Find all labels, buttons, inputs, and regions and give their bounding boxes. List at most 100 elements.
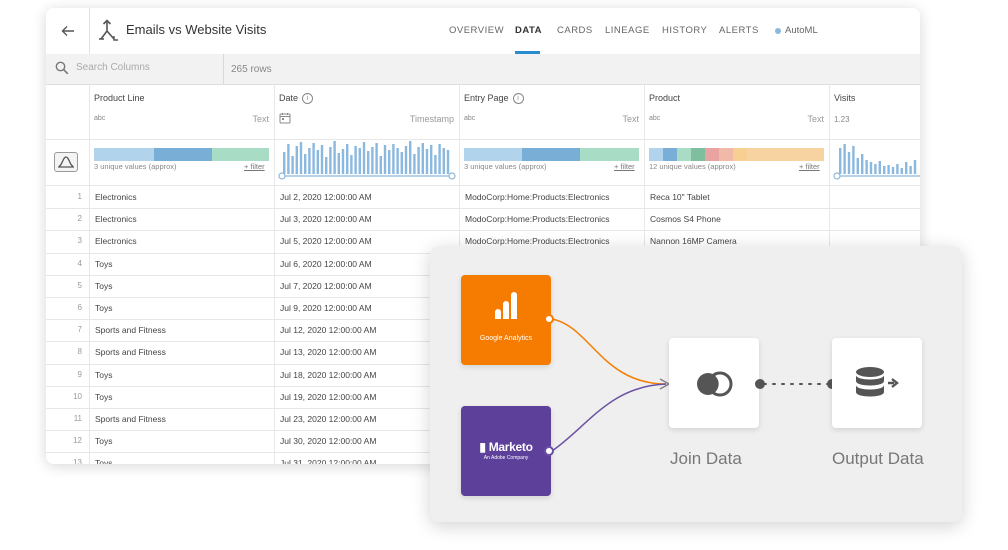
histogram-bar [425, 149, 429, 174]
histogram-bar [883, 166, 886, 174]
row-count: 265 rows [231, 64, 272, 75]
row-number: 6 [77, 303, 82, 312]
histogram-bar [843, 144, 846, 174]
histogram-bar [299, 142, 303, 174]
cell-date: Jul 19, 2020 12:00:00 AM [280, 391, 377, 402]
cell-date: Jul 31, 2020 12:00:00 AM [280, 458, 377, 464]
row-number: 9 [77, 369, 82, 379]
histogram-bar [392, 144, 395, 174]
cell-product-line: Toys [95, 458, 113, 464]
category-segment [580, 148, 639, 161]
category-segment [691, 148, 705, 161]
histogram-bar [421, 143, 424, 174]
visits-histogram[interactable] [833, 140, 920, 182]
column-header-date[interactable]: Date i [279, 93, 314, 105]
row-number: 8 [77, 347, 82, 357]
histogram-bar [900, 168, 903, 174]
range-handle-right[interactable] [448, 172, 456, 180]
date-histogram[interactable] [278, 140, 456, 182]
cell-product: Nannon 16MP Camera [650, 236, 737, 247]
cell-product: Cosmos S4 Phone [650, 214, 721, 225]
histogram-bar [856, 158, 859, 174]
info-icon[interactable]: i [512, 93, 524, 105]
profile-toggle-button[interactable] [54, 152, 78, 172]
histogram-bar [371, 147, 374, 174]
histogram-bar [350, 155, 353, 174]
histogram-bar [304, 154, 307, 174]
histogram-bar [869, 162, 873, 174]
column-type: Timestamp [409, 114, 454, 124]
add-filter-link[interactable]: + filter [799, 162, 820, 171]
row-number: 7 [77, 325, 82, 335]
range-handle-left[interactable] [278, 172, 286, 180]
column-header-product[interactable]: Product [649, 93, 680, 103]
cell-product-line: Toys [95, 303, 113, 313]
join-data-node[interactable] [669, 338, 759, 428]
info-icon[interactable]: i [302, 93, 314, 105]
marketo-node[interactable]: ▮ Marketo An Adobe Company [461, 406, 551, 496]
histogram-bar [346, 144, 349, 174]
cell-entry-page: ModoCorp:Home:Products:Electronics [465, 236, 610, 247]
histogram-bar [325, 157, 328, 174]
histogram-bar [358, 148, 361, 174]
histogram-bar [887, 165, 890, 174]
column-header-visits[interactable]: Visits [834, 93, 855, 103]
search-bar: 265 rows [46, 54, 920, 85]
cell-product-line: Toys [95, 369, 113, 380]
histogram-bar [446, 150, 450, 174]
histogram-bar [404, 146, 408, 174]
text-type-icon: abc [649, 115, 661, 122]
tab-overview[interactable]: OVERVIEW [449, 25, 504, 36]
category-distribution-bar[interactable] [649, 148, 824, 161]
histogram-bar [891, 167, 895, 174]
column-header-label: Date [279, 93, 299, 103]
distribution-icon [58, 156, 74, 168]
histogram-bar [312, 143, 315, 174]
category-segment [154, 148, 212, 161]
tab-lineage[interactable]: LINEAGE [605, 25, 650, 36]
column-header-entry-page[interactable]: Entry Page i [464, 93, 524, 105]
histogram-bar [320, 145, 324, 174]
histogram-bar [375, 143, 378, 174]
cell-product-line: Sports and Fitness [95, 325, 166, 336]
category-distribution-bar[interactable] [94, 148, 269, 161]
category-distribution-bar[interactable] [464, 148, 639, 161]
tab-alerts[interactable]: ALERTS [719, 25, 759, 36]
output-data-label: Output Data [832, 449, 924, 468]
histogram-bar [913, 160, 917, 174]
category-segment [522, 148, 580, 161]
search-columns-input[interactable] [74, 61, 218, 74]
row-number: 11 [73, 414, 82, 423]
output-port[interactable] [755, 379, 765, 389]
back-button[interactable] [46, 8, 90, 54]
header-divider [46, 185, 920, 186]
column-type: Text [622, 114, 639, 124]
histogram-bar [896, 164, 899, 174]
join-data-label: Join Data [670, 449, 742, 468]
cell-product: Reca 10" Tablet [650, 192, 710, 202]
histogram-bar [905, 162, 908, 174]
cell-date: Jul 9, 2020 12:00:00 AM [280, 303, 372, 313]
tab-history[interactable]: HISTORY [662, 25, 707, 36]
output-port[interactable] [544, 446, 554, 456]
add-filter-link[interactable]: + filter [614, 162, 635, 171]
histogram-bar [287, 144, 290, 174]
output-data-node[interactable] [832, 338, 922, 428]
google-analytics-node[interactable]: Google Analytics [461, 275, 551, 365]
top-bar: Emails vs Website Visits OVERVIEW DATA C… [46, 8, 920, 55]
column-header-product-line[interactable]: Product Line [94, 93, 145, 103]
range-handle-left[interactable] [833, 172, 841, 180]
tab-automl[interactable]: AutoML [785, 25, 818, 36]
source-label: Google Analytics [479, 335, 533, 342]
tab-cards[interactable]: CARDS [557, 25, 593, 36]
histogram-bar [316, 150, 319, 174]
automl-status-dot [775, 28, 781, 34]
histogram-bar [383, 145, 387, 174]
histogram-bar [430, 145, 433, 174]
tab-data[interactable]: DATA [515, 25, 542, 36]
output-port[interactable] [544, 314, 554, 324]
add-filter-link[interactable]: + filter [244, 162, 265, 171]
histogram-bar [417, 147, 420, 174]
search-icon [55, 61, 69, 75]
cell-product-line: Toys [95, 280, 113, 291]
